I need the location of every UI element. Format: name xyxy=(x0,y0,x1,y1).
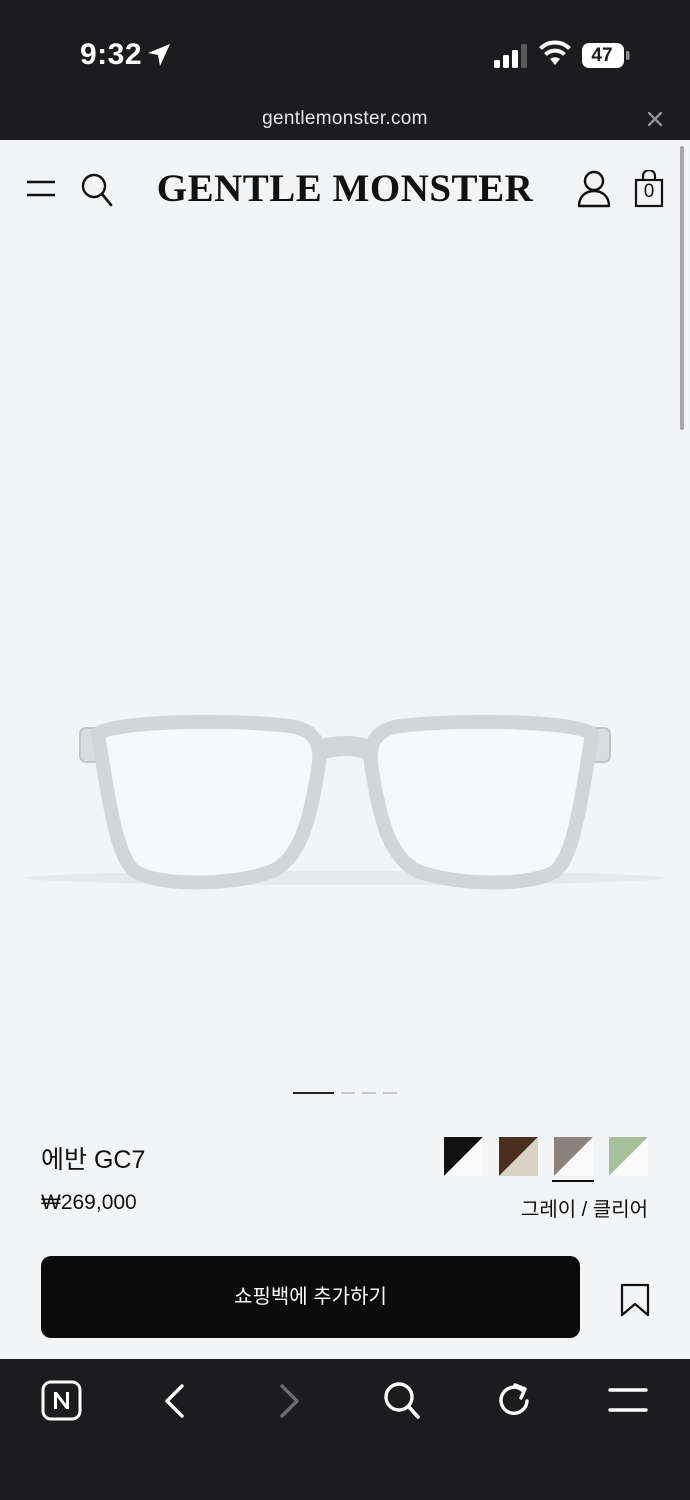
location-arrow-icon xyxy=(148,44,170,66)
selected-swatch-indicator xyxy=(552,1180,594,1182)
menu-icon[interactable] xyxy=(608,1387,648,1413)
browser-toolbar xyxy=(0,1359,690,1500)
carousel-dot-3[interactable] xyxy=(362,1092,376,1094)
product-image-glasses[interactable] xyxy=(0,700,690,900)
color-swatch-black[interactable] xyxy=(444,1137,483,1176)
url-domain[interactable]: gentlemonster.com xyxy=(0,108,690,130)
reload-icon[interactable] xyxy=(496,1381,534,1421)
account-icon[interactable] xyxy=(576,170,612,208)
product-price: ₩269,000 xyxy=(41,1191,137,1214)
search-icon[interactable] xyxy=(383,1381,421,1421)
add-to-bag-button[interactable]: 쇼핑백에 추가하기 xyxy=(41,1256,580,1338)
carousel-dot-4[interactable] xyxy=(383,1092,397,1094)
bag-count: 0 xyxy=(643,181,655,202)
color-swatch-gray[interactable] xyxy=(554,1137,593,1176)
product-name: 에반 GC7 xyxy=(41,1146,146,1174)
color-swatch-brown[interactable] xyxy=(499,1137,538,1176)
color-swatch-green[interactable] xyxy=(609,1137,648,1176)
carousel-dot-1[interactable] xyxy=(293,1092,334,1094)
url-bar[interactable]: gentlemonster.com xyxy=(0,104,690,140)
naver-icon[interactable] xyxy=(41,1380,82,1421)
status-bar: 9:32 47 xyxy=(0,0,690,104)
carousel-dot-2[interactable] xyxy=(341,1092,355,1094)
cellular-signal-icon xyxy=(494,44,527,68)
wifi-icon xyxy=(539,40,571,65)
battery-level: 47 xyxy=(591,45,613,66)
status-time: 9:32 xyxy=(80,38,143,71)
close-icon[interactable] xyxy=(646,110,664,128)
bookmark-icon[interactable] xyxy=(620,1283,650,1317)
forward-icon[interactable] xyxy=(278,1383,302,1419)
selected-color-name: 그레이 / 클리어 xyxy=(520,1199,648,1221)
back-icon[interactable] xyxy=(162,1383,186,1419)
web-page: GENTLE MONSTER 0 에반 GC7 ₩269,000 그레이 / 클… xyxy=(0,140,690,1359)
